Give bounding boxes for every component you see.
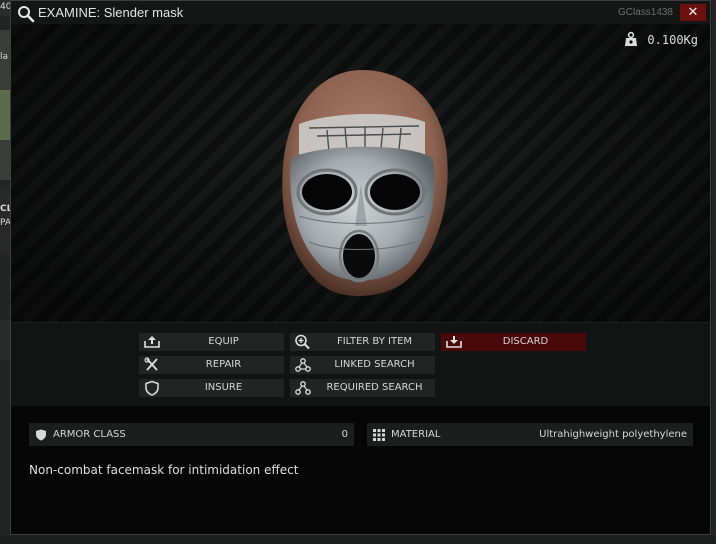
discard-label: DISCARD <box>502 336 549 347</box>
title-bar[interactable]: EXAMINE: Slender mask GClass1438 ✕ <box>11 1 710 25</box>
background-right-strip <box>712 0 716 544</box>
item-class-id: GClass1438 <box>617 7 673 18</box>
stat-value: Ultrahighweight polyethylene <box>539 429 687 440</box>
slender-mask-model <box>282 70 448 297</box>
item-description: Non-combat facemask for intimidation eff… <box>29 463 299 477</box>
discard-button[interactable]: DISCARD <box>441 333 586 351</box>
required-search-button[interactable]: REQUIRED SEARCH <box>290 379 435 397</box>
item-preview-viewport[interactable]: 0.100Kg <box>11 24 710 322</box>
stat-key: ARMOR CLASS <box>53 429 126 440</box>
equip-button[interactable]: EQUIP <box>139 333 284 351</box>
repair-button[interactable]: REPAIR <box>139 356 284 374</box>
required-nodes-icon <box>295 381 311 395</box>
insure-label: INSURE <box>204 382 243 393</box>
insure-button[interactable]: INSURE <box>139 379 284 397</box>
background-bottom-strip <box>0 536 716 544</box>
close-button[interactable]: ✕ <box>680 4 706 21</box>
stat-value: 0 <box>341 429 348 440</box>
shield-icon <box>145 380 159 396</box>
repair-label: REPAIR <box>205 359 242 370</box>
item-info-panel: ARMOR CLASS 0 MATERIAL Ultrahighweight p… <box>11 406 710 534</box>
window-title: EXAMINE: Slender mask <box>38 5 184 20</box>
material-grid-icon <box>373 429 385 441</box>
linked-search-button[interactable]: LINKED SEARCH <box>290 356 435 374</box>
filter-by-item-button[interactable]: FILTER BY ITEM <box>290 333 435 351</box>
filter-by-item-label: FILTER BY ITEM <box>336 336 413 347</box>
stat-material: MATERIAL Ultrahighweight polyethylene <box>367 423 693 446</box>
search-icon <box>18 6 35 23</box>
armor-shield-icon <box>36 429 46 441</box>
stat-armor-class: ARMOR CLASS 0 <box>29 423 354 446</box>
equip-label: EQUIP <box>208 336 239 347</box>
wrench-screwdriver-icon <box>144 357 158 371</box>
action-panel: EQUIP FILTER BY ITEM DISCARD REPAIR LINK… <box>11 322 710 407</box>
linked-search-label: LINKED SEARCH <box>334 359 415 370</box>
linked-nodes-icon <box>295 358 311 372</box>
item-weight: 0.100Kg <box>647 33 698 47</box>
weight-icon <box>625 31 637 46</box>
examine-window: EXAMINE: Slender mask GClass1438 ✕ 0.100… <box>10 0 711 535</box>
filter-magnifier-icon <box>295 334 310 350</box>
discard-icon <box>446 336 462 348</box>
equip-icon <box>144 336 160 348</box>
stat-key: MATERIAL <box>391 429 441 440</box>
close-icon: ✕ <box>687 5 699 20</box>
required-search-label: REQUIRED SEARCH <box>326 382 423 393</box>
